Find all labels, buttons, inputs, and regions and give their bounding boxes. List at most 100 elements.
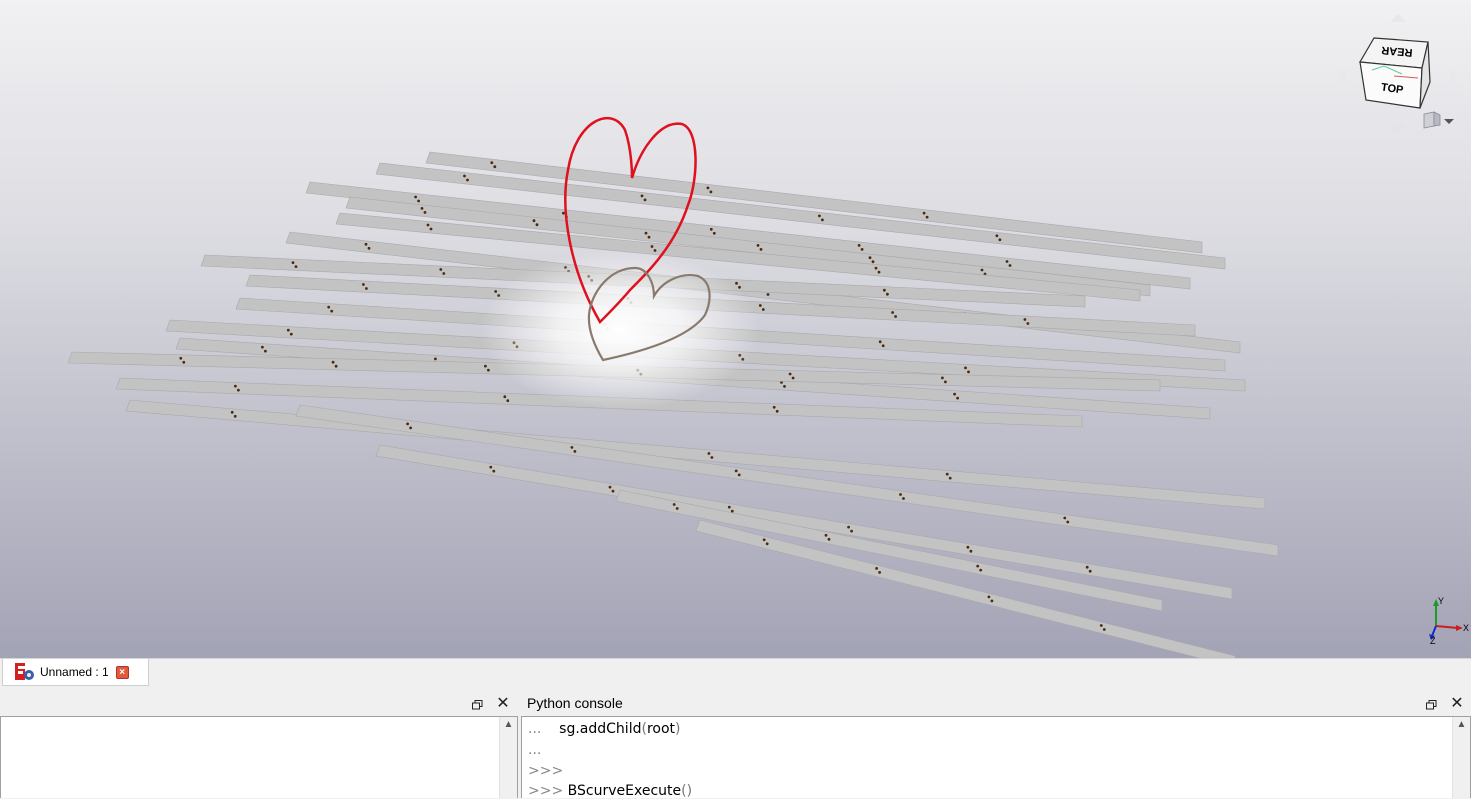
mounting-hole xyxy=(758,304,762,307)
close-icon[interactable]: ✕ xyxy=(1448,692,1466,715)
mounting-hole xyxy=(429,227,433,231)
mounting-hole xyxy=(532,219,536,223)
view-menu-icon[interactable] xyxy=(1423,111,1454,129)
mounting-hole xyxy=(490,161,494,165)
nav-arrow-left-icon[interactable] xyxy=(1338,68,1346,84)
mounting-hole xyxy=(362,283,365,286)
python-console-panel: Python console ✕ ... sg.addChild(root) .… xyxy=(521,692,1471,799)
document-tab-label: Unnamed : 1 xyxy=(40,665,109,679)
scroll-up-icon[interactable]: ▲ xyxy=(500,719,517,730)
mounting-hole xyxy=(966,545,970,549)
mounting-hole xyxy=(644,231,648,235)
mounting-hole xyxy=(775,409,779,413)
mounting-hole xyxy=(899,493,902,496)
mounting-hole xyxy=(365,287,368,290)
mounting-hole xyxy=(1026,322,1030,325)
mounting-hole xyxy=(182,360,186,364)
mounting-hole xyxy=(818,214,821,218)
mounting-hole xyxy=(608,485,612,489)
left-dock-content[interactable]: ▲ xyxy=(0,716,518,798)
mounting-hole xyxy=(824,533,828,537)
mounting-hole xyxy=(944,380,947,384)
mounting-hole xyxy=(423,211,427,214)
mounting-hole xyxy=(426,223,430,227)
axis-cross: Y X Z xyxy=(1429,596,1469,646)
mounting-hole xyxy=(772,405,776,409)
mounting-hole xyxy=(881,344,885,348)
mounting-hole xyxy=(759,248,763,251)
nav-arrow-up-icon[interactable] xyxy=(1390,14,1406,22)
axis-z-label: Z xyxy=(1430,636,1436,646)
mounting-hole xyxy=(230,410,234,414)
close-icon[interactable]: ✕ xyxy=(494,692,512,715)
mounting-hole xyxy=(1005,260,1009,263)
vertical-scrollbar[interactable]: ▲ xyxy=(1452,717,1470,798)
mounting-hole xyxy=(734,469,738,473)
mounting-hole xyxy=(261,345,264,349)
mounting-hole xyxy=(976,564,980,568)
mounting-hole xyxy=(761,308,765,311)
mounting-hole xyxy=(712,231,716,235)
console-line: >>> BScurveExecute() xyxy=(528,783,693,799)
python-console-output[interactable]: ... sg.addChild(root) ... >>> >>> BScurv… xyxy=(521,716,1471,799)
scroll-up-icon[interactable]: ▲ xyxy=(1453,719,1470,730)
mounting-hole xyxy=(941,376,944,380)
vertical-scrollbar[interactable]: ▲ xyxy=(499,717,517,798)
nav-arrow-down-icon[interactable] xyxy=(1388,125,1406,133)
mounting-hole xyxy=(868,256,872,260)
sheet-strip[interactable] xyxy=(615,489,1163,612)
mounting-hole xyxy=(334,364,338,368)
3d-viewport[interactable]: REAR TOP Y X Z xyxy=(0,0,1471,658)
sheet-strip[interactable] xyxy=(695,519,1236,658)
mounting-hole xyxy=(783,385,786,388)
mounting-hole xyxy=(291,261,295,264)
mounting-hole xyxy=(995,234,999,238)
left-dock-panel: ✕ ▲ xyxy=(0,692,518,798)
mounting-hole xyxy=(463,174,466,178)
mounting-hole xyxy=(289,332,293,336)
mounting-hole xyxy=(762,538,766,542)
mounting-hole xyxy=(653,249,657,252)
mounting-hole xyxy=(967,370,970,374)
mounting-hole xyxy=(640,194,644,198)
left-dock-titlebar: ✕ xyxy=(0,692,517,715)
mounting-hole xyxy=(964,366,967,370)
mounting-hole xyxy=(850,529,853,533)
mounting-hole xyxy=(442,272,446,275)
python-console-titlebar: Python console ✕ xyxy=(521,692,1471,715)
document-tab[interactable]: Unnamed : 1 × xyxy=(2,659,149,686)
freecad-document-icon xyxy=(14,662,36,682)
mounting-hole xyxy=(327,305,331,309)
mounting-hole xyxy=(650,245,654,248)
mounting-hole xyxy=(234,384,237,388)
mounting-hole xyxy=(969,549,973,553)
mounting-hole xyxy=(706,186,710,190)
mounting-hole xyxy=(611,489,615,493)
float-icon[interactable] xyxy=(1422,692,1440,715)
mounting-hole xyxy=(730,509,734,513)
mounting-hole xyxy=(878,571,881,574)
cube-body[interactable]: REAR TOP xyxy=(1359,37,1431,109)
mounting-hole xyxy=(466,178,469,182)
mounting-hole xyxy=(948,476,952,480)
mounting-hole xyxy=(710,456,714,459)
navigation-cube[interactable]: REAR TOP xyxy=(1332,12,1466,140)
mounting-hole xyxy=(506,399,510,403)
mounting-hole xyxy=(925,215,929,219)
scene-canvas[interactable] xyxy=(0,0,1471,658)
mounting-hole xyxy=(765,542,769,546)
mounting-hole xyxy=(330,309,334,313)
specular-highlight xyxy=(480,250,760,410)
mounting-hole xyxy=(487,368,490,372)
float-icon[interactable] xyxy=(468,692,486,715)
mounting-hole xyxy=(883,288,886,292)
mounting-hole xyxy=(727,505,731,509)
nav-arrow-right-icon[interactable] xyxy=(1450,68,1458,84)
mounting-hole xyxy=(503,395,507,399)
close-icon[interactable]: × xyxy=(115,665,129,679)
mounting-hole xyxy=(886,292,889,296)
mounting-hole xyxy=(874,266,878,270)
mounting-hole xyxy=(956,396,959,400)
mounting-hole xyxy=(492,469,496,473)
mounting-hole xyxy=(420,207,424,210)
